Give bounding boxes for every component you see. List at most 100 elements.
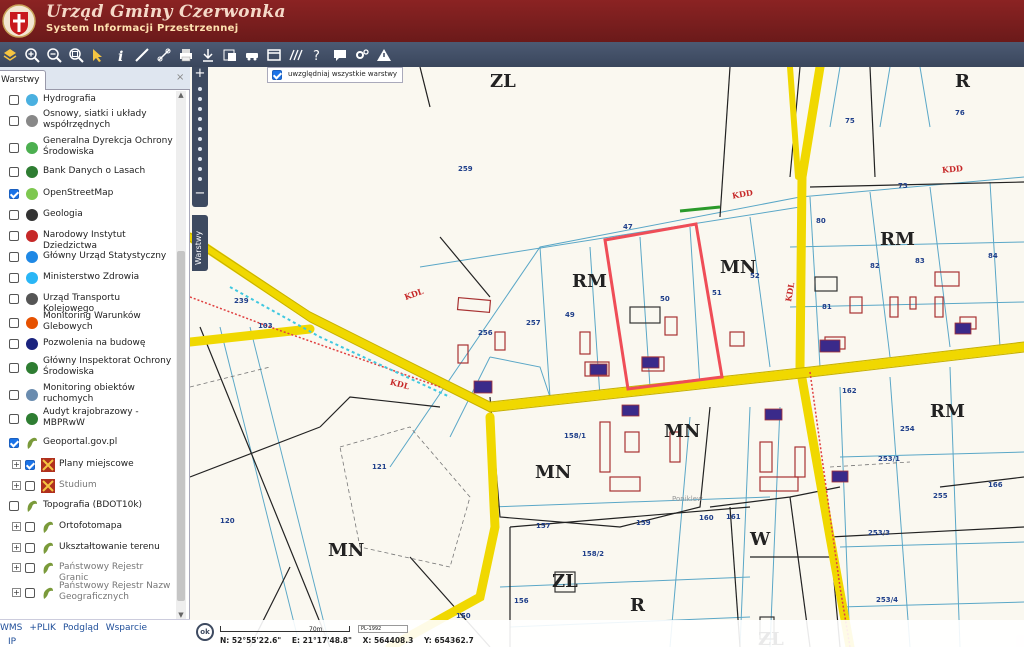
layer-checkbox[interactable] xyxy=(9,339,19,349)
layer-checkbox[interactable] xyxy=(9,210,19,220)
expand-icon[interactable]: + xyxy=(12,588,21,597)
zoom-minus-button[interactable]: − xyxy=(192,187,208,201)
layer-item[interactable]: Ministerstwo Zdrowia xyxy=(0,269,176,287)
plan-icon xyxy=(41,479,55,493)
layer-item[interactable]: Generalna Dyrekcja Ochrony Środowiska xyxy=(0,136,176,160)
footer-link[interactable]: WMS xyxy=(0,623,22,633)
measure-icon[interactable] xyxy=(132,45,151,64)
layer-checkbox[interactable] xyxy=(9,390,19,400)
layer-checkbox[interactable] xyxy=(9,116,19,126)
ip-link[interactable]: IP xyxy=(8,637,16,647)
expand-icon[interactable]: + xyxy=(12,460,21,469)
settings-icon[interactable] xyxy=(352,45,371,64)
download-icon[interactable] xyxy=(198,45,217,64)
layer-item[interactable]: Bank Danych o Lasach xyxy=(0,163,176,181)
layers-side-tab[interactable]: Warstwy xyxy=(192,215,208,271)
layer-checkbox[interactable] xyxy=(9,414,19,424)
help-icon[interactable]: ? xyxy=(308,45,327,64)
map-canvas[interactable]: ZLRRMMNRMRMMNMNMNWZLRZL75762592391032562… xyxy=(190,67,1024,647)
expand-icon[interactable]: + xyxy=(12,481,21,490)
zoom-control[interactable]: + − xyxy=(192,67,208,207)
tab-layers[interactable]: Warstwy xyxy=(0,70,46,90)
layer-item[interactable]: Główny Inspektorat Ochrony Środowiska xyxy=(0,356,176,380)
print-icon[interactable] xyxy=(176,45,195,64)
layer-item[interactable]: + Państwowy Rejestr Granic xyxy=(0,559,176,583)
footer-link[interactable]: Wsparcie xyxy=(106,623,147,633)
crs-select[interactable]: PL-1992 xyxy=(358,625,408,633)
ok-button[interactable]: ok xyxy=(196,623,214,641)
layer-item[interactable]: Pozwolenia na budowę xyxy=(0,335,176,353)
layer-item[interactable]: + Ortofotomapa xyxy=(0,518,176,536)
scroll-thumb[interactable] xyxy=(177,251,185,601)
layer-checkbox[interactable] xyxy=(9,167,19,177)
layer-checkbox[interactable] xyxy=(9,252,19,262)
layer-item[interactable]: + Plany miejscowe xyxy=(0,456,176,474)
zoom-plus-button[interactable]: + xyxy=(192,67,208,81)
layer-item[interactable]: + Ukształtowanie terenu xyxy=(0,539,176,557)
comment-icon[interactable] xyxy=(330,45,349,64)
layer-checkbox[interactable] xyxy=(9,294,19,304)
layer-item[interactable]: Narodowy Instytut Dziedzictwa xyxy=(0,227,176,251)
warning-icon[interactable] xyxy=(374,45,393,64)
close-panel-icon[interactable]: × xyxy=(176,72,184,83)
info-icon[interactable]: i xyxy=(110,45,129,64)
layer-checkbox[interactable] xyxy=(25,563,35,573)
layer-item[interactable]: Główny Urząd Statystyczny xyxy=(0,248,176,266)
app-subtitle: System Informacji Przestrzennej xyxy=(46,23,239,34)
layer-item[interactable]: + Państwowy Rejestr Nazw Geograficznych xyxy=(0,581,176,605)
layer-item[interactable]: Monitoring obiektów ruchomych xyxy=(0,383,176,407)
expand-icon[interactable]: + xyxy=(12,563,21,572)
layer-list-scrollbar[interactable]: ▲ ▼ xyxy=(176,91,186,619)
car-icon[interactable] xyxy=(242,45,261,64)
layer-checkbox[interactable] xyxy=(25,588,35,598)
layer-checkbox[interactable] xyxy=(9,273,19,283)
scroll-down-icon[interactable]: ▼ xyxy=(177,611,185,619)
layer-item[interactable]: + Studium xyxy=(0,477,176,495)
layer-checkbox[interactable] xyxy=(9,501,19,511)
geoportal-icon xyxy=(43,587,53,599)
layer-checkbox[interactable] xyxy=(9,318,19,328)
layer-item[interactable]: Urząd Transportu Kolejowego xyxy=(0,290,176,314)
rail-icon xyxy=(26,293,38,305)
heritage-icon xyxy=(26,230,38,242)
layer-item[interactable]: OpenStreetMap xyxy=(0,185,176,203)
footer-link[interactable]: Podgląd xyxy=(63,623,99,633)
footer-link[interactable]: +PLIK xyxy=(29,623,56,633)
layer-checkbox[interactable] xyxy=(25,460,35,470)
scroll-up-icon[interactable]: ▲ xyxy=(177,91,185,99)
zoom-extent-icon[interactable] xyxy=(66,45,85,64)
layer-item[interactable]: Monitoring Warunków Glebowych xyxy=(0,311,176,335)
expand-icon[interactable]: + xyxy=(12,543,21,552)
layer-item[interactable]: Osnowy, siatki i układy współrzędnych xyxy=(0,109,176,133)
layer-checkbox[interactable] xyxy=(9,143,19,153)
side-tab-label: Warstwy xyxy=(194,230,203,265)
all-layers-checkbox[interactable] xyxy=(272,70,282,80)
layer-item[interactable]: Geologia xyxy=(0,206,176,224)
layer-checkbox[interactable] xyxy=(25,481,35,491)
export-icon[interactable] xyxy=(220,45,239,64)
layer-checkbox[interactable] xyxy=(9,438,19,448)
window-icon[interactable] xyxy=(264,45,283,64)
all-layers-toggle[interactable]: uwzględniaj wszystkie warstwy xyxy=(267,67,404,83)
coord-e: E: 21°17'48.8" xyxy=(291,636,352,645)
layer-checkbox[interactable] xyxy=(25,543,35,553)
layer-item[interactable]: Hydrografia xyxy=(0,91,176,109)
layer-checkbox[interactable] xyxy=(25,522,35,532)
layer-checkbox[interactable] xyxy=(9,189,19,199)
layers-icon[interactable] xyxy=(0,45,19,64)
parcel-number: 159 xyxy=(636,519,651,527)
layer-item[interactable]: Geoportal.gov.pl xyxy=(0,434,176,452)
pointer-icon[interactable] xyxy=(88,45,107,64)
layer-item[interactable]: Topografia (BDOT10k) xyxy=(0,497,176,515)
coord-x: X: 564408.3 xyxy=(362,636,414,645)
zoom-in-icon[interactable] xyxy=(22,45,41,64)
link-icon[interactable] xyxy=(154,45,173,64)
layer-checkbox[interactable] xyxy=(9,95,19,105)
layer-label: Osnowy, siatki i układy współrzędnych xyxy=(43,109,147,130)
layer-checkbox[interactable] xyxy=(9,231,19,241)
hatch-icon[interactable] xyxy=(286,45,305,64)
zoom-out-icon[interactable] xyxy=(44,45,63,64)
expand-icon[interactable]: + xyxy=(12,522,21,531)
layer-checkbox[interactable] xyxy=(9,363,19,373)
layer-item[interactable]: Audyt krajobrazowy - MBPRwW xyxy=(0,407,176,431)
